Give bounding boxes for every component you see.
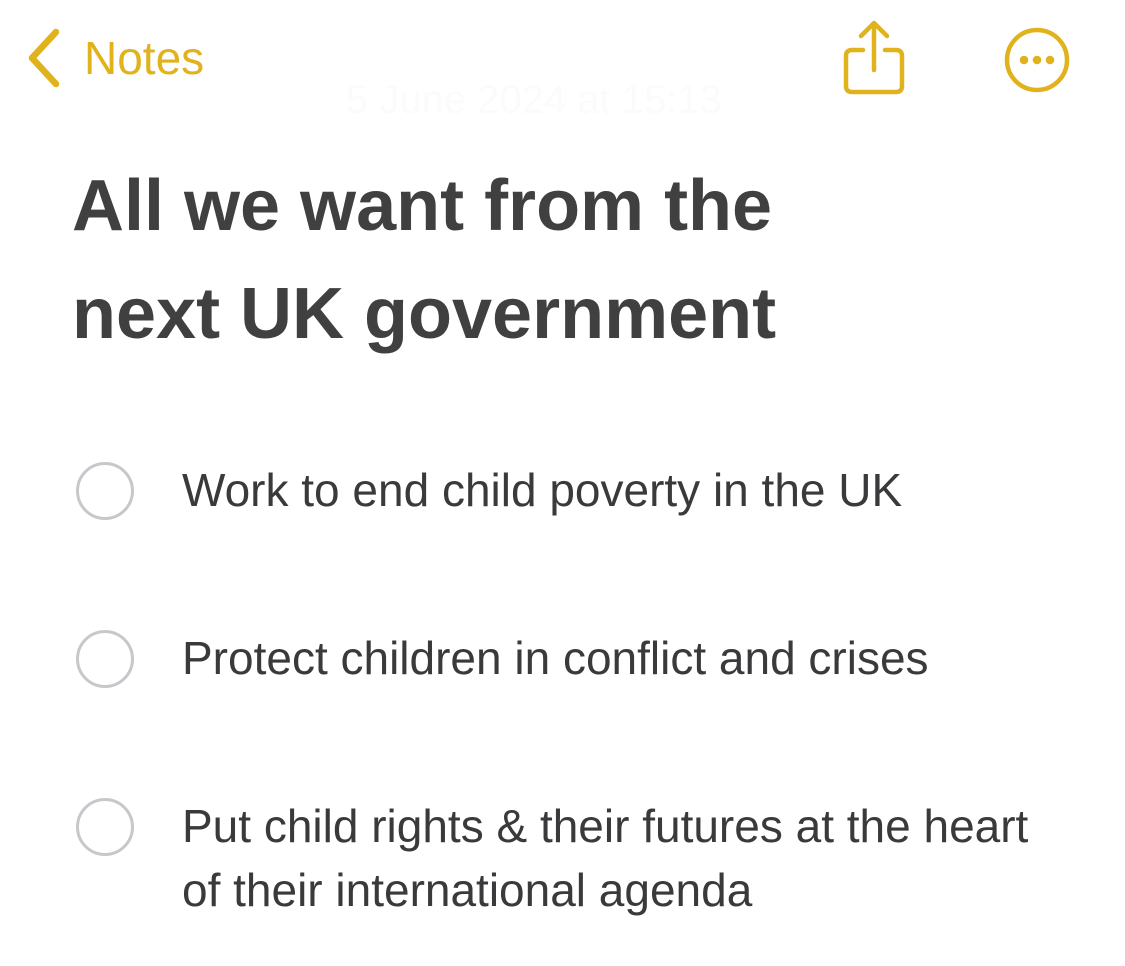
checkbox-circle[interactable] bbox=[76, 798, 134, 856]
checklist-item-text[interactable]: Protect children in conflict and crises bbox=[182, 626, 1052, 690]
checklist: Work to end child poverty in the UK Prot… bbox=[0, 0, 1125, 966]
checklist-item-text[interactable]: Put child rights & their futures at the … bbox=[182, 794, 1052, 922]
checklist-item-text[interactable]: Work to end child poverty in the UK bbox=[182, 458, 1052, 522]
checkbox-circle[interactable] bbox=[76, 462, 134, 520]
checkbox-circle[interactable] bbox=[76, 630, 134, 688]
